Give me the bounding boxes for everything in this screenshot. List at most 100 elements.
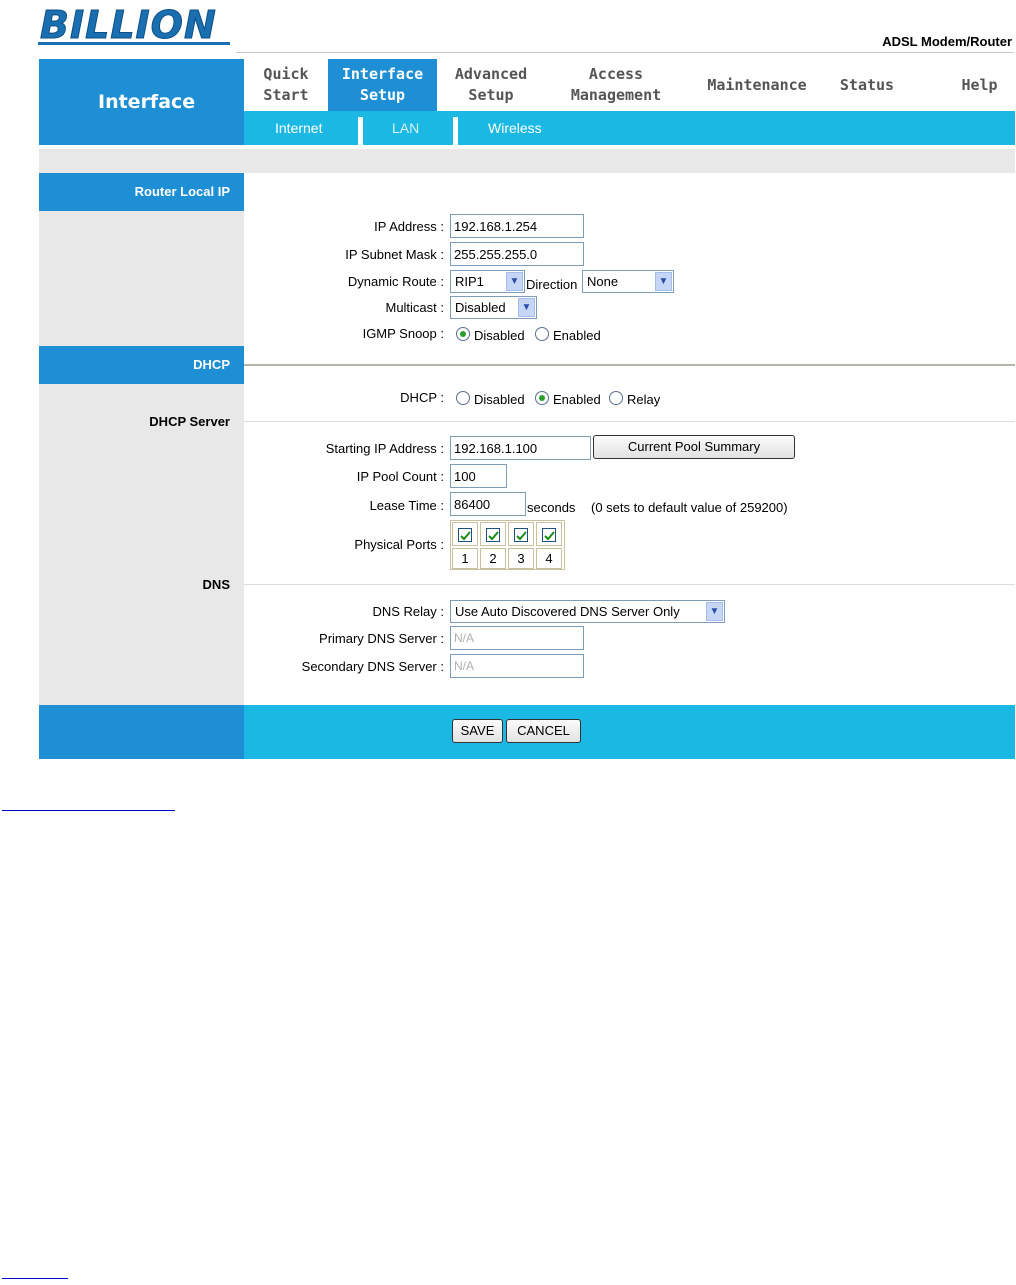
dns-relay-label: DNS Relay : (372, 604, 444, 619)
nav-advanced-setup[interactable]: Advanced Setup (437, 59, 545, 111)
check-icon (516, 531, 527, 541)
ip-address-label: IP Address : (374, 219, 444, 234)
port-1-checkbox[interactable] (458, 528, 472, 542)
footer-action-bar (244, 705, 1015, 759)
direction-value: None (587, 274, 619, 289)
igmp-enabled-radio[interactable] (535, 327, 549, 341)
dhcp-enabled-radio[interactable] (535, 391, 549, 405)
multicast-value: Disabled (455, 300, 506, 315)
port-1-number-cell: 1 (452, 548, 478, 569)
secondary-dns-field[interactable]: N/A (450, 654, 584, 678)
link-underline (2, 810, 175, 811)
nav-interface-setup[interactable]: Interface Setup (328, 59, 437, 111)
billion-logo: BILLION (38, 3, 232, 48)
primary-dns-label: Primary DNS Server : (319, 631, 444, 646)
check-icon (488, 531, 499, 541)
chevron-down-icon: ▼ (706, 602, 723, 621)
chevron-down-icon: ▼ (518, 298, 535, 317)
chevron-down-icon: ▼ (655, 272, 672, 291)
starting-ip-field[interactable]: 192.168.1.100 (450, 436, 591, 460)
port-2-checkbox[interactable] (486, 528, 500, 542)
primary-dns-field[interactable]: N/A (450, 626, 584, 650)
nav-status[interactable]: Status (827, 59, 907, 111)
dhcp-disabled-radio[interactable] (456, 391, 470, 405)
router-local-ip-heading: Router Local IP (39, 173, 244, 211)
lease-note: (0 sets to default value of 259200) (591, 500, 788, 515)
check-icon (460, 531, 471, 541)
dynamic-route-value: RIP1 (455, 274, 484, 289)
check-icon (544, 531, 555, 541)
port-4-checkbox[interactable] (542, 528, 556, 542)
dhcp-relay-label: Relay (627, 392, 661, 407)
physical-ports-label: Physical Ports : (354, 537, 444, 552)
secondary-dns-label: Secondary DNS Server : (301, 659, 444, 674)
header-divider (236, 52, 1014, 53)
subtab-divider (358, 117, 363, 145)
save-button[interactable]: SAVE (452, 719, 503, 743)
dhcp-disabled-label: Disabled (474, 392, 525, 407)
dhcp-enabled-label: Enabled (553, 392, 601, 407)
subtab-divider (453, 117, 458, 145)
product-name: ADSL Modem/Router (882, 34, 1012, 49)
igmp-disabled-radio[interactable] (456, 327, 470, 341)
subtab-lan[interactable]: LAN (392, 111, 419, 145)
starting-ip-label: Starting IP Address : (325, 441, 444, 456)
port-number: 1 (461, 551, 469, 566)
footer-left-panel (39, 705, 244, 759)
chevron-down-icon: ▼ (506, 272, 523, 291)
dhcp-server-heading: DHCP Server (149, 414, 230, 429)
nav-access-management[interactable]: Access Management (545, 59, 687, 111)
igmp-snoop-label: IGMP Snoop : (362, 326, 444, 341)
ip-pool-count-field[interactable]: 100 (450, 464, 507, 488)
section-divider (244, 421, 1015, 422)
current-pool-summary-button[interactable]: Current Pool Summary (593, 435, 795, 459)
dns-heading: DNS (202, 577, 230, 592)
port-number: 3 (517, 551, 525, 566)
nav-maintenance[interactable]: Maintenance (687, 59, 827, 111)
dynamic-route-select[interactable]: RIP1 ▼ (450, 270, 525, 293)
cancel-button[interactable]: CANCEL (506, 719, 581, 743)
link-underline (2, 1278, 68, 1279)
nav-quick-start[interactable]: Quick Start (244, 59, 328, 111)
section-divider (244, 364, 1015, 366)
dhcp-label: DHCP : (400, 390, 444, 405)
subtab-internet[interactable]: Internet (275, 111, 322, 145)
subnet-mask-label: IP Subnet Mask : (345, 247, 444, 262)
direction-select[interactable]: None ▼ (582, 270, 674, 293)
left-column (39, 173, 244, 705)
dns-relay-value: Use Auto Discovered DNS Server Only (455, 604, 680, 619)
multicast-label: Multicast : (385, 300, 444, 315)
port-number: 4 (545, 551, 553, 566)
port-number: 2 (489, 551, 497, 566)
dhcp-relay-radio[interactable] (609, 391, 623, 405)
subnet-mask-field[interactable]: 255.255.255.0 (450, 242, 584, 266)
dynamic-route-label: Dynamic Route : (347, 274, 444, 289)
lease-time-label: Lease Time : (369, 498, 444, 513)
physical-ports-grid: 1 2 3 4 (450, 520, 565, 570)
spacer-band (39, 149, 1015, 173)
igmp-disabled-label: Disabled (474, 328, 525, 343)
dns-relay-select[interactable]: Use Auto Discovered DNS Server Only ▼ (450, 600, 725, 623)
svg-text:BILLION: BILLION (40, 4, 217, 46)
nav-section-title: Interface (98, 91, 196, 113)
sub-nav: Internet LAN Wireless (244, 111, 1015, 145)
port-2-number-cell: 2 (480, 548, 506, 569)
ip-pool-count-label: IP Pool Count : (356, 469, 444, 484)
port-2-cell (480, 522, 506, 546)
dhcp-heading: DHCP (39, 346, 244, 384)
igmp-enabled-label: Enabled (553, 328, 601, 343)
main-nav: Quick Start Interface Setup Advanced Set… (244, 59, 1015, 111)
subtab-wireless[interactable]: Wireless (488, 111, 542, 145)
port-4-cell (536, 522, 562, 546)
port-3-cell (508, 522, 534, 546)
nav-help[interactable]: Help (944, 59, 1015, 111)
lease-time-field[interactable]: 86400 (450, 492, 526, 516)
port-3-checkbox[interactable] (514, 528, 528, 542)
port-1-cell (452, 522, 478, 546)
nav-section-panel: Interface (39, 59, 244, 145)
ip-address-field[interactable]: 192.168.1.254 (450, 214, 584, 238)
port-3-number-cell: 3 (508, 548, 534, 569)
section-divider (244, 584, 1015, 585)
port-4-number-cell: 4 (536, 548, 562, 569)
multicast-select[interactable]: Disabled ▼ (450, 296, 537, 319)
